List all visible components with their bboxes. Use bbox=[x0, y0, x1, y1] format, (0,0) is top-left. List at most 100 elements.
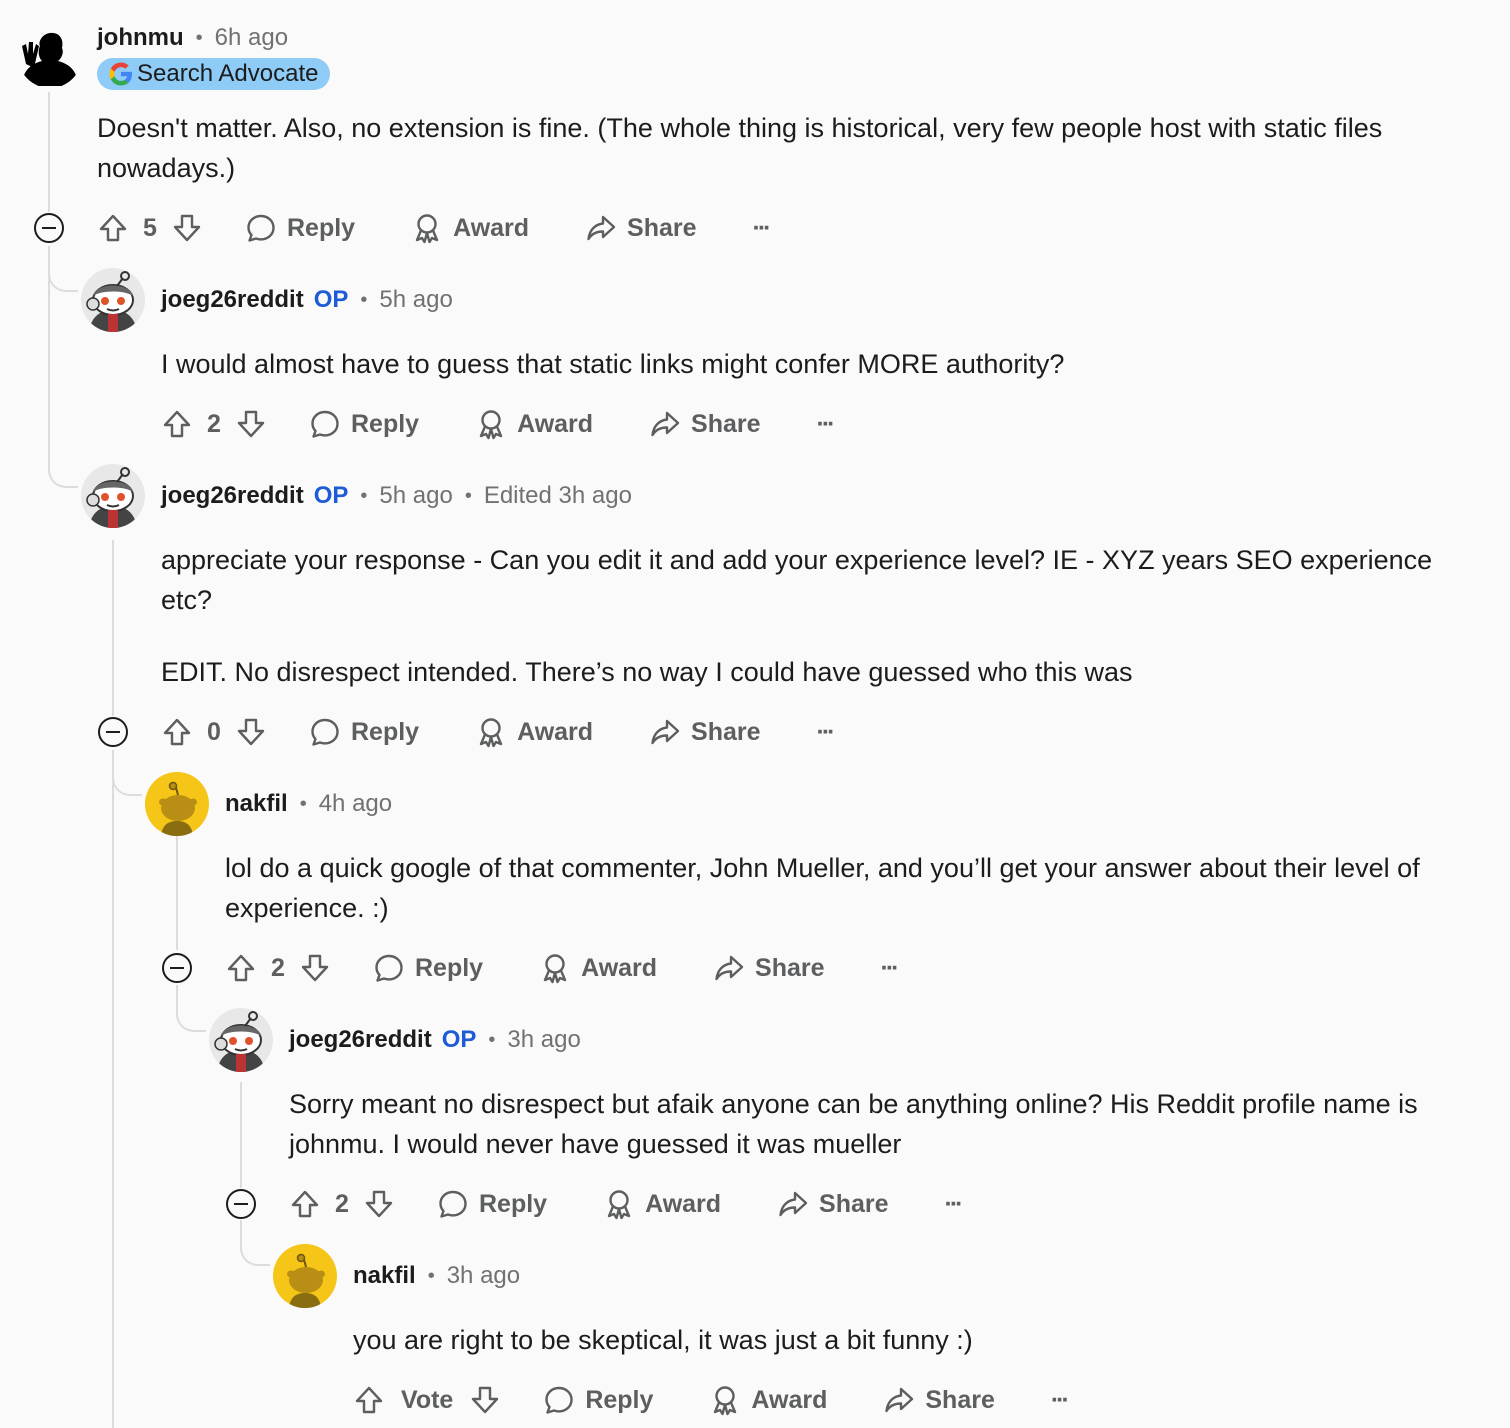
award-icon bbox=[411, 212, 443, 244]
downvote-icon bbox=[235, 716, 267, 748]
reply-button[interactable]: Reply bbox=[309, 716, 419, 748]
reply-label: Reply bbox=[415, 953, 484, 982]
comment-body: Sorry meant no disrespect but afaik anyo… bbox=[289, 1084, 1469, 1164]
author-name[interactable]: joeg26reddit bbox=[161, 482, 304, 510]
award-icon bbox=[709, 1384, 741, 1416]
share-icon bbox=[883, 1384, 915, 1416]
upvote-button[interactable] bbox=[353, 1384, 385, 1416]
reply-icon bbox=[373, 952, 405, 984]
timestamp[interactable]: 3h ago bbox=[507, 1026, 580, 1054]
reply-icon bbox=[309, 408, 341, 440]
author-name[interactable]: nakfil bbox=[225, 790, 288, 818]
award-button[interactable]: Award bbox=[539, 952, 657, 984]
separator-dot: • bbox=[464, 484, 472, 507]
comment-meta: nakfil • 4h ago bbox=[225, 790, 392, 818]
comment-actions: 2 Reply Award Share ··· bbox=[225, 946, 900, 990]
downvote-icon bbox=[171, 212, 203, 244]
more-options-icon[interactable]: ··· bbox=[817, 410, 836, 439]
reply-icon bbox=[543, 1384, 575, 1416]
reply-button[interactable]: Reply bbox=[373, 952, 483, 984]
avatar[interactable] bbox=[209, 1008, 273, 1072]
comment-paragraph: Doesn't matter. Also, no extension is fi… bbox=[97, 113, 1383, 183]
share-button[interactable]: Share bbox=[777, 1188, 889, 1220]
comment-paragraph: lol do a quick google of that commenter,… bbox=[225, 853, 1420, 923]
comment-paragraph: Sorry meant no disrespect but afaik anyo… bbox=[289, 1089, 1418, 1159]
separator-dot: • bbox=[360, 288, 368, 311]
comment-body: I would almost have to guess that static… bbox=[161, 344, 1481, 384]
reply-label: Reply bbox=[351, 409, 420, 438]
avatar[interactable] bbox=[81, 464, 145, 528]
timestamp[interactable]: 5h ago bbox=[379, 482, 452, 510]
downvote-button[interactable] bbox=[363, 1188, 395, 1220]
upvote-button[interactable] bbox=[225, 952, 257, 984]
share-button[interactable]: Share bbox=[883, 1384, 995, 1416]
avatar[interactable] bbox=[18, 24, 82, 88]
comment-paragraph: you are right to be skeptical, it was ju… bbox=[353, 1325, 973, 1355]
award-button[interactable]: Award bbox=[709, 1384, 827, 1416]
upvote-icon bbox=[161, 716, 193, 748]
award-label: Award bbox=[517, 717, 594, 746]
vote-label: Vote bbox=[401, 1385, 454, 1414]
avatar[interactable] bbox=[81, 268, 145, 332]
more-options-icon[interactable]: ··· bbox=[1051, 1386, 1070, 1415]
more-options-icon[interactable]: ··· bbox=[753, 214, 772, 243]
downvote-button[interactable] bbox=[171, 212, 203, 244]
award-label: Award bbox=[751, 1385, 828, 1414]
reply-icon bbox=[437, 1188, 469, 1220]
collapse-icon[interactable] bbox=[98, 717, 128, 747]
timestamp[interactable]: 3h ago bbox=[447, 1262, 520, 1290]
collapse-icon[interactable] bbox=[162, 953, 192, 983]
reply-button[interactable]: Reply bbox=[543, 1384, 653, 1416]
downvote-button[interactable] bbox=[469, 1384, 501, 1416]
more-options-icon[interactable]: ··· bbox=[817, 718, 836, 747]
share-button[interactable]: Share bbox=[649, 716, 761, 748]
collapse-icon[interactable] bbox=[226, 1189, 256, 1219]
op-badge: OP bbox=[441, 1026, 477, 1053]
reply-button[interactable]: Reply bbox=[309, 408, 419, 440]
downvote-button[interactable] bbox=[235, 716, 267, 748]
author-name[interactable]: joeg26reddit bbox=[161, 286, 304, 314]
award-button[interactable]: Award bbox=[411, 212, 529, 244]
more-options-icon[interactable]: ··· bbox=[881, 954, 900, 983]
avatar[interactable] bbox=[273, 1244, 337, 1308]
timestamp[interactable]: 4h ago bbox=[319, 790, 392, 818]
award-icon bbox=[539, 952, 571, 984]
upvote-button[interactable] bbox=[97, 212, 129, 244]
collapse-icon[interactable] bbox=[34, 213, 64, 243]
share-button[interactable]: Share bbox=[713, 952, 825, 984]
author-name[interactable]: joeg26reddit bbox=[289, 1026, 432, 1054]
share-icon bbox=[649, 408, 681, 440]
upvote-button[interactable] bbox=[161, 408, 193, 440]
author-name[interactable]: johnmu bbox=[97, 24, 184, 52]
downvote-button[interactable] bbox=[235, 408, 267, 440]
reply-button[interactable]: Reply bbox=[245, 212, 355, 244]
share-button[interactable]: Share bbox=[649, 408, 761, 440]
reply-icon bbox=[245, 212, 277, 244]
timestamp[interactable]: 5h ago bbox=[379, 286, 452, 314]
award-button[interactable]: Award bbox=[603, 1188, 721, 1220]
share-icon bbox=[649, 716, 681, 748]
comment-meta: nakfil • 3h ago bbox=[353, 1262, 520, 1290]
downvote-button[interactable] bbox=[299, 952, 331, 984]
avatar[interactable] bbox=[145, 772, 209, 836]
upvote-button[interactable] bbox=[289, 1188, 321, 1220]
timestamp[interactable]: 6h ago bbox=[215, 24, 288, 52]
award-icon bbox=[475, 716, 507, 748]
comment-meta: johnmu • 6h ago bbox=[97, 24, 288, 52]
comment-paragraph: I would almost have to guess that static… bbox=[161, 349, 1065, 379]
thread-elbow bbox=[112, 770, 142, 796]
separator-dot: • bbox=[488, 1028, 496, 1051]
separator-dot: • bbox=[195, 26, 203, 49]
share-button[interactable]: Share bbox=[585, 212, 697, 244]
author-name[interactable]: nakfil bbox=[353, 1262, 416, 1290]
award-button[interactable]: Award bbox=[475, 408, 593, 440]
downvote-icon bbox=[235, 408, 267, 440]
share-icon bbox=[585, 212, 617, 244]
more-options-icon[interactable]: ··· bbox=[945, 1190, 964, 1219]
upvote-button[interactable] bbox=[161, 716, 193, 748]
share-icon bbox=[777, 1188, 809, 1220]
reply-button[interactable]: Reply bbox=[437, 1188, 547, 1220]
upvote-icon bbox=[161, 408, 193, 440]
award-button[interactable]: Award bbox=[475, 716, 593, 748]
reply-label: Reply bbox=[585, 1385, 654, 1414]
